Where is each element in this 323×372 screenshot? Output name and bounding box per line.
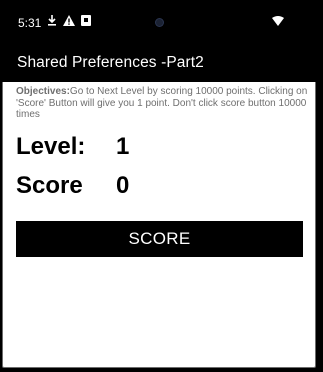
download-icon — [48, 15, 56, 26]
level-label: Level: — [16, 133, 86, 160]
app-notification-icon — [81, 15, 91, 26]
front-camera — [156, 19, 163, 26]
status-bar: 5:31 — [0, 0, 323, 44]
warning-icon — [63, 15, 75, 26]
phone-frame: 5:31 Shared Preferences -Part2 Objective… — [0, 0, 323, 372]
status-icons-left — [47, 15, 91, 26]
main-content: Objectives:Go to Next Level by scoring 1… — [2, 82, 316, 368]
objectives-label: Objectives: — [16, 86, 70, 97]
app-bar: Shared Preferences -Part2 — [0, 44, 323, 82]
status-time: 5:31 — [18, 16, 42, 30]
score-label: Score — [16, 172, 83, 199]
objectives-text: Objectives:Go to Next Level by scoring 1… — [16, 86, 308, 121]
wifi-icon — [272, 16, 284, 26]
app-title: Shared Preferences -Part2 — [17, 54, 204, 71]
score-button[interactable]: SCORE — [16, 221, 303, 257]
level-value: 1 — [116, 133, 130, 160]
score-value: 0 — [116, 172, 130, 199]
